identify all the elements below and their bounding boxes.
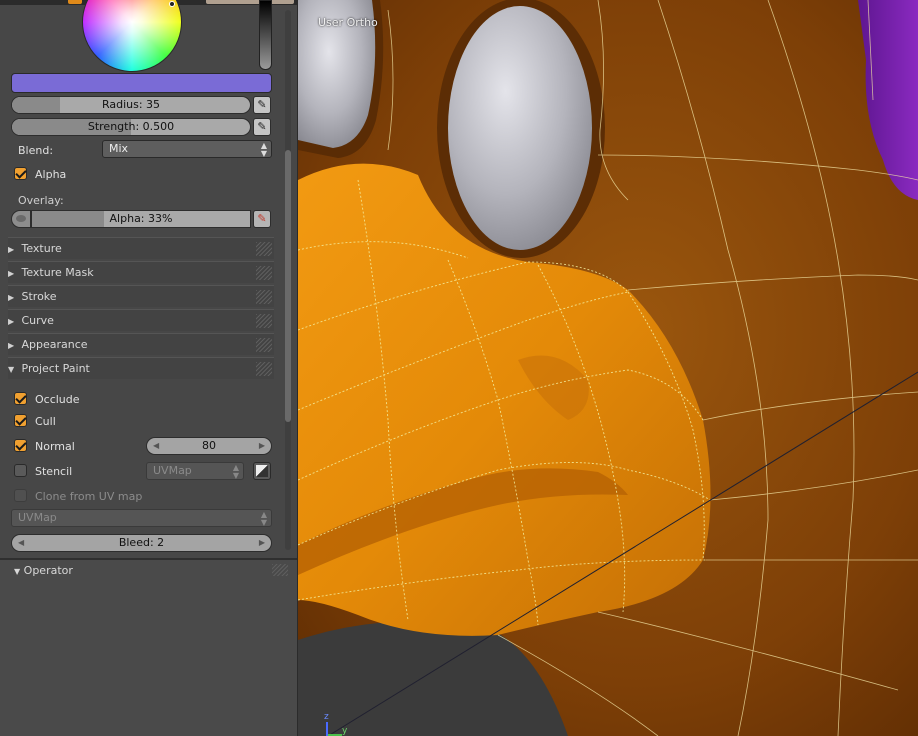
panel-scrollbar-thumb[interactable] [285, 150, 291, 422]
overlay-brush-button[interactable]: ✎ [253, 210, 271, 228]
section-appearance[interactable]: ▶ Appearance [8, 333, 274, 355]
tool-shelf-panel: Radius: 35 ✎ Strength: 0.500 ✎ Blend: Mi… [0, 0, 298, 736]
section-stroke-label: Stroke [21, 290, 57, 303]
clone-checkbox[interactable] [14, 489, 27, 502]
overlay-alpha-field[interactable]: Alpha: 33% [31, 210, 251, 228]
normal-label: Normal [35, 440, 75, 453]
occlude-label: Occlude [35, 393, 80, 406]
blend-value: Mix [109, 142, 129, 155]
clone-uvmap-dropdown[interactable]: UVMap ▲ ▼ [11, 509, 272, 527]
3d-viewport[interactable]: User Ortho z y [298, 0, 918, 736]
overlay-label: Overlay: [18, 194, 64, 207]
section-curve[interactable]: ▶ Curve [8, 309, 274, 331]
stencil-checkbox[interactable] [14, 464, 27, 477]
cull-checkbox[interactable] [14, 414, 27, 427]
arrow-left-icon[interactable]: ◀ [18, 535, 24, 551]
section-project-paint[interactable]: ▼ Project Paint [8, 357, 274, 379]
stencil-color-button[interactable] [253, 462, 271, 480]
mesh-render[interactable] [298, 0, 918, 736]
strength-field[interactable]: Strength: 0.500 [11, 118, 251, 136]
header-tab[interactable] [68, 0, 82, 4]
axis-y-label: y [342, 726, 348, 736]
drag-grip-icon[interactable] [272, 564, 288, 576]
radius-fill [12, 97, 60, 113]
pen-icon: ✎ [257, 120, 267, 133]
arrow-left-icon[interactable]: ◀ [153, 438, 159, 454]
drag-grip-icon[interactable] [256, 290, 272, 304]
overlay-alpha-label: Alpha: 33% [109, 212, 173, 225]
triangle-right-icon: ▶ [8, 293, 15, 302]
bleed-value: Bleed: 2 [118, 536, 165, 549]
triangle-right-icon: ▶ [8, 317, 15, 326]
axis-z-label: z [324, 712, 329, 722]
drag-grip-icon[interactable] [256, 314, 272, 328]
normal-angle-field[interactable]: ◀ 80 ▶ [146, 437, 272, 455]
brush-color-swatch[interactable] [11, 73, 272, 93]
radius-field[interactable]: Radius: 35 [11, 96, 251, 114]
alpha-checkbox[interactable] [14, 167, 27, 180]
operator-header[interactable]: ▼ Operator [14, 564, 73, 577]
updown-arrows-icon: ▲ ▼ [260, 510, 267, 527]
section-stroke[interactable]: ▶ Stroke [8, 285, 274, 307]
stencil-uvmap-value: UVMap [153, 464, 192, 477]
clone-label: Clone from UV map [35, 490, 143, 503]
drag-grip-icon[interactable] [256, 266, 272, 280]
normal-angle-value: 80 [202, 439, 216, 452]
radius-label: Radius: 35 [101, 98, 161, 111]
triangle-right-icon: ▶ [8, 269, 15, 278]
operator-label: Operator [23, 564, 73, 577]
drag-grip-icon[interactable] [256, 362, 272, 376]
updown-arrows-icon: ▲ ▼ [232, 463, 239, 480]
strength-pressure-button[interactable]: ✎ [253, 118, 271, 136]
pen-icon: ✎ [257, 98, 267, 111]
blend-dropdown[interactable]: Mix ▲ ▼ [102, 140, 272, 158]
section-texture-mask[interactable]: ▶ Texture Mask [8, 261, 274, 283]
updown-arrows-icon: ▲ ▼ [260, 141, 267, 158]
eye-icon [16, 215, 26, 222]
stencil-uvmap-dropdown[interactable]: UVMap ▲ ▼ [146, 462, 244, 480]
color-wheel-cursor[interactable] [169, 1, 175, 7]
occlude-checkbox[interactable] [14, 392, 27, 405]
triangle-down-icon: ▼ [8, 365, 15, 374]
value-slider[interactable] [259, 0, 272, 70]
stencil-label: Stencil [35, 465, 73, 478]
section-texture-mask-label: Texture Mask [21, 266, 94, 279]
arrow-right-icon[interactable]: ▶ [259, 535, 265, 551]
operator-panel: ▼ Operator [0, 560, 297, 736]
section-texture[interactable]: ▶ Texture [8, 237, 274, 259]
section-project-paint-label: Project Paint [21, 362, 90, 375]
eye-right [448, 6, 592, 250]
bleed-field[interactable]: ◀ Bleed: 2 ▶ [11, 534, 272, 552]
normal-checkbox[interactable] [14, 439, 27, 452]
triangle-down-icon: ▼ [14, 567, 21, 576]
triangle-right-icon: ▶ [8, 245, 15, 254]
drag-grip-icon[interactable] [256, 242, 272, 256]
radius-pressure-button[interactable]: ✎ [253, 96, 271, 114]
section-curve-label: Curve [21, 314, 54, 327]
color-wheel[interactable] [82, 0, 182, 72]
cull-label: Cull [35, 415, 56, 428]
drag-grip-icon[interactable] [256, 338, 272, 352]
blend-label: Blend: [18, 144, 54, 157]
brush-icon: ✎ [257, 212, 267, 225]
section-appearance-label: Appearance [21, 338, 88, 351]
overlay-alpha-fill [32, 211, 104, 227]
view-label: User Ortho [318, 16, 378, 29]
section-texture-label: Texture [21, 242, 62, 255]
alpha-checkbox-label: Alpha [35, 168, 67, 181]
color-swatch-icon [256, 465, 268, 477]
triangle-right-icon: ▶ [8, 341, 15, 350]
header-tab[interactable] [206, 0, 294, 4]
strength-label: Strength: 0.500 [87, 120, 175, 133]
overlay-toggle[interactable] [11, 210, 31, 228]
clone-uvmap-value: UVMap [18, 511, 57, 524]
arrow-right-icon[interactable]: ▶ [259, 438, 265, 454]
axis-indicator: z y [322, 712, 352, 736]
